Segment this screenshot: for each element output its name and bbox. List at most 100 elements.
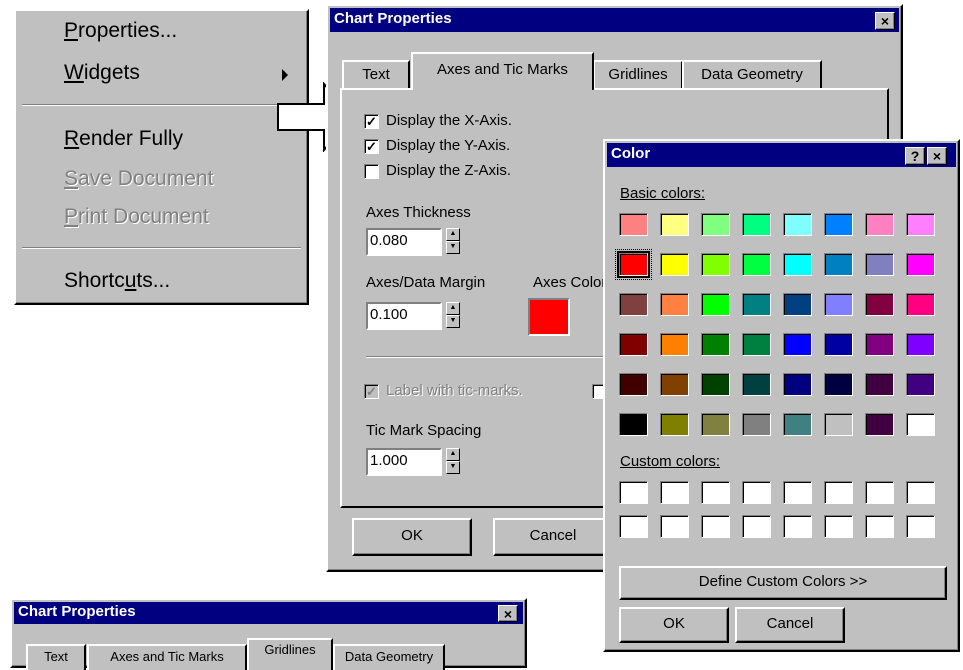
color-swatch[interactable] xyxy=(660,213,689,236)
color-swatch[interactable] xyxy=(906,515,935,538)
axes-data-margin-input[interactable]: 0.100 xyxy=(366,302,442,330)
color-swatch[interactable] xyxy=(619,515,648,538)
color-swatch[interactable] xyxy=(742,293,771,316)
color-swatch[interactable] xyxy=(783,515,812,538)
color-swatch[interactable] xyxy=(701,373,730,396)
color-swatch[interactable] xyxy=(619,481,648,504)
menu-item-properties[interactable]: Properties... xyxy=(64,19,177,43)
close-icon[interactable]: × xyxy=(927,147,947,165)
color-swatch[interactable] xyxy=(783,373,812,396)
color-swatch[interactable] xyxy=(660,293,689,316)
color-swatch[interactable] xyxy=(660,253,689,276)
color-swatch[interactable] xyxy=(906,481,935,504)
color-swatch[interactable] xyxy=(701,293,730,316)
color-swatch[interactable] xyxy=(824,333,853,356)
color-swatch[interactable] xyxy=(865,413,894,436)
axes-color-swatch[interactable] xyxy=(528,298,570,336)
color-swatch[interactable] xyxy=(906,293,935,316)
color-swatch[interactable] xyxy=(619,413,648,436)
color-swatch[interactable] xyxy=(615,249,652,280)
color-swatch[interactable] xyxy=(865,481,894,504)
color-swatch[interactable] xyxy=(701,515,730,538)
color-swatch[interactable] xyxy=(865,515,894,538)
color-swatch[interactable] xyxy=(906,333,935,356)
color-swatch[interactable] xyxy=(742,213,771,236)
help-icon[interactable]: ? xyxy=(905,147,925,165)
color-swatch[interactable] xyxy=(660,515,689,538)
axes-thickness-input[interactable]: 0.080 xyxy=(366,228,442,256)
display-x-checkbox[interactable]: ✓ xyxy=(364,114,379,129)
color-swatch[interactable] xyxy=(660,373,689,396)
color-swatch[interactable] xyxy=(783,333,812,356)
menu-item-render-fully[interactable]: Render Fully xyxy=(64,127,183,151)
display-y-checkbox[interactable]: ✓ xyxy=(364,139,379,154)
tab-gridlines-2[interactable]: Gridlines xyxy=(247,638,333,670)
menu-item-shortcuts[interactable]: Shortcuts... xyxy=(64,269,170,293)
close-icon[interactable]: × xyxy=(875,12,895,30)
color-swatch[interactable] xyxy=(701,253,730,276)
color-swatch[interactable] xyxy=(660,413,689,436)
display-z-checkbox[interactable] xyxy=(364,164,379,179)
axes-data-margin-stepper[interactable]: ▲ ▼ xyxy=(446,302,460,330)
ok-button[interactable]: OK xyxy=(352,518,472,556)
color-swatch[interactable] xyxy=(742,373,771,396)
custom-colors-grid xyxy=(619,481,949,561)
color-swatch[interactable] xyxy=(865,333,894,356)
color-swatch[interactable] xyxy=(619,293,648,316)
tab-text[interactable]: Text xyxy=(342,60,410,88)
color-swatch[interactable] xyxy=(742,413,771,436)
color-swatch[interactable] xyxy=(660,481,689,504)
color-swatch[interactable] xyxy=(701,413,730,436)
color-swatch[interactable] xyxy=(824,293,853,316)
color-swatch[interactable] xyxy=(660,333,689,356)
color-swatch[interactable] xyxy=(865,253,894,276)
tic-spacing-input[interactable]: 1.000 xyxy=(366,448,442,476)
color-dialog: Color ? × Basic colors: Custom colors: D… xyxy=(603,139,960,652)
color-swatch[interactable] xyxy=(906,413,935,436)
color-swatch[interactable] xyxy=(619,333,648,356)
color-swatch[interactable] xyxy=(824,481,853,504)
color-swatch[interactable] xyxy=(742,333,771,356)
color-swatch[interactable] xyxy=(824,213,853,236)
color-swatch[interactable] xyxy=(701,213,730,236)
color-swatch[interactable] xyxy=(824,413,853,436)
color-swatch[interactable] xyxy=(906,373,935,396)
color-cancel-button[interactable]: Cancel xyxy=(735,607,845,643)
tab-gridlines[interactable]: Gridlines xyxy=(593,60,683,88)
color-swatch[interactable] xyxy=(865,213,894,236)
color-swatch[interactable] xyxy=(742,515,771,538)
tab-data-geometry-2[interactable]: Data Geometry xyxy=(333,644,445,670)
cancel-button[interactable]: Cancel xyxy=(493,518,613,556)
tab-axes-2[interactable]: Axes and Tic Marks xyxy=(87,644,247,670)
display-y-label: Display the Y-Axis. xyxy=(386,137,511,154)
color-swatch[interactable] xyxy=(742,481,771,504)
color-swatch[interactable] xyxy=(783,413,812,436)
color-swatch[interactable] xyxy=(824,515,853,538)
color-swatch[interactable] xyxy=(824,253,853,276)
color-swatch[interactable] xyxy=(701,481,730,504)
color-swatch[interactable] xyxy=(701,333,730,356)
color-swatch[interactable] xyxy=(865,373,894,396)
color-swatch[interactable] xyxy=(783,253,812,276)
color-ok-button[interactable]: OK xyxy=(619,607,729,643)
tab-data-geometry[interactable]: Data Geometry xyxy=(682,60,822,88)
define-custom-colors-button[interactable]: Define Custom Colors >> xyxy=(619,566,947,600)
color-swatch[interactable] xyxy=(865,293,894,316)
basic-colors-text: Basic colors: xyxy=(620,185,706,202)
color-swatch[interactable] xyxy=(619,373,648,396)
close-icon[interactable]: × xyxy=(498,605,518,622)
color-swatch[interactable] xyxy=(783,213,812,236)
tab-text-2[interactable]: Text xyxy=(26,644,86,670)
axes-thickness-stepper[interactable]: ▲ ▼ xyxy=(446,228,460,256)
color-swatch[interactable] xyxy=(783,293,812,316)
context-menu: Properties... Widgets Render Fully Save … xyxy=(14,9,309,305)
color-swatch[interactable] xyxy=(906,213,935,236)
tic-spacing-stepper[interactable]: ▲ ▼ xyxy=(446,448,460,476)
color-swatch[interactable] xyxy=(783,481,812,504)
color-swatch[interactable] xyxy=(906,253,935,276)
color-swatch[interactable] xyxy=(824,373,853,396)
menu-item-widgets[interactable]: Widgets xyxy=(64,61,140,85)
color-swatch[interactable] xyxy=(619,213,648,236)
tab-axes-and-tic-marks[interactable]: Axes and Tic Marks xyxy=(411,52,594,90)
color-swatch[interactable] xyxy=(742,253,771,276)
